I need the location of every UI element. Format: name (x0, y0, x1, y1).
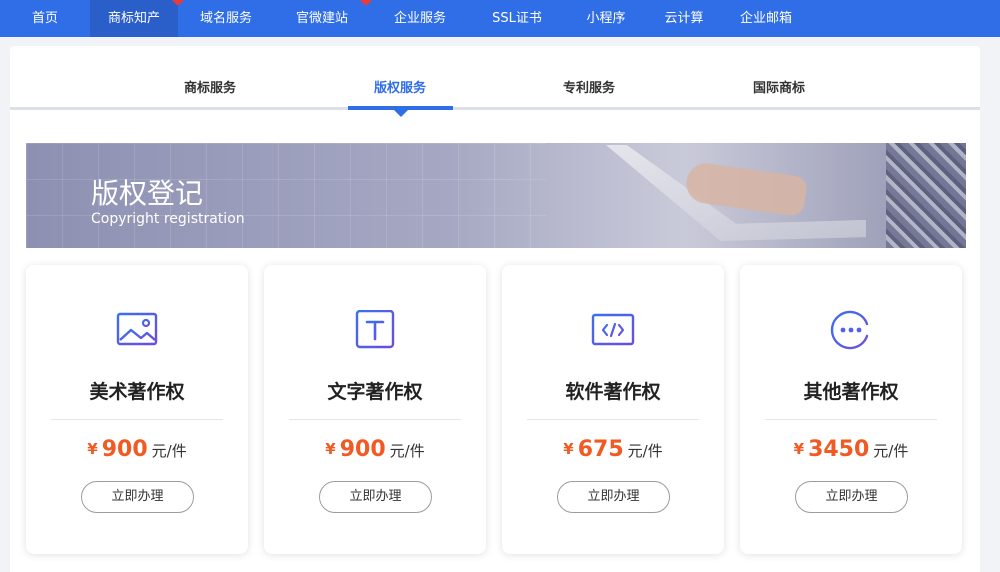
apply-button[interactable]: 立即办理 (795, 481, 908, 513)
image-icon (116, 312, 158, 346)
text-icon (355, 310, 395, 349)
currency-symbol: ¥ (325, 440, 336, 458)
service-card-text: 文字著作权 ¥900 元/件 立即办理 (264, 265, 486, 554)
card-title: 美术著作权 (89, 381, 185, 403)
card-divider (765, 419, 937, 420)
banner-sleeve-image (886, 143, 966, 248)
card-divider (51, 419, 223, 420)
more-icon (830, 310, 869, 350)
card-divider (289, 419, 461, 420)
card-title: 文字著作权 (327, 381, 423, 403)
card-title: 其他著作权 (803, 381, 899, 403)
nav-item-website[interactable]: 官微建站 (274, 0, 372, 37)
apply-button[interactable]: 立即办理 (319, 481, 432, 513)
tab-patent[interactable]: 专利服务 (563, 77, 615, 96)
nav-item-label: 官微建站 (295, 11, 348, 26)
nav-item-label: 商标知产 (107, 11, 160, 26)
nav-item-domain[interactable]: 域名服务 (178, 0, 274, 37)
active-tab-arrow (394, 110, 408, 117)
service-card-software: 软件著作权 ¥675 元/件 立即办理 (502, 265, 724, 554)
price-unit: 元/件 (389, 442, 425, 460)
nav-item-trademark-ip[interactable]: 商标知产 (90, 0, 184, 37)
card-title: 软件著作权 (565, 381, 661, 403)
banner-title: 版权登记 (91, 177, 204, 210)
price-value: 3450 (808, 437, 870, 462)
tab-copyright[interactable]: 版权服务 (374, 77, 426, 96)
currency-symbol: ¥ (793, 440, 805, 458)
nav-item-cloud[interactable]: 云计算 (648, 0, 720, 37)
apply-button[interactable]: 立即办理 (81, 481, 194, 513)
banner-subtitle: Copyright registration (91, 211, 245, 227)
price-value: 675 (577, 437, 624, 462)
nav-item-enterprise[interactable]: 企业服务 (370, 0, 470, 37)
card-price: ¥900 元/件 (264, 437, 486, 462)
card-divider (527, 419, 699, 420)
service-card-art: 美术著作权 ¥900 元/件 立即办理 (26, 265, 248, 554)
price-value: 900 (101, 437, 148, 462)
top-nav: 首页 商标知产 域名服务 官微建站 企业服务 SSL证书 小程序 云计算 企业邮… (0, 0, 1000, 37)
service-card-other: 其他著作权 ¥3450 元/件 立即办理 (740, 265, 962, 554)
service-tabs: 商标服务 版权服务 专利服务 国际商标 (10, 46, 980, 110)
nav-item-home[interactable]: 首页 (0, 0, 90, 37)
price-unit: 元/件 (873, 442, 909, 460)
currency-symbol: ¥ (87, 440, 98, 458)
price-value: 900 (339, 437, 386, 462)
copyright-banner: 版权登记 Copyright registration (26, 143, 966, 248)
code-icon (591, 313, 635, 346)
card-price: ¥3450 元/件 (740, 437, 962, 462)
price-unit: 元/件 (627, 442, 663, 460)
tab-international-trademark[interactable]: 国际商标 (753, 77, 805, 96)
price-unit: 元/件 (151, 442, 187, 460)
nav-item-miniprogram[interactable]: 小程序 (564, 0, 648, 37)
tab-trademark[interactable]: 商标服务 (184, 77, 236, 96)
currency-symbol: ¥ (563, 440, 574, 458)
nav-item-ssl[interactable]: SSL证书 (470, 0, 564, 37)
nav-item-email[interactable]: 企业邮箱 (720, 0, 812, 37)
card-price: ¥675 元/件 (502, 437, 724, 462)
apply-button[interactable]: 立即办理 (557, 481, 670, 513)
card-price: ¥900 元/件 (26, 437, 248, 462)
main-panel: 商标服务 版权服务 专利服务 国际商标 版权登记 Copyright regis… (10, 46, 980, 572)
